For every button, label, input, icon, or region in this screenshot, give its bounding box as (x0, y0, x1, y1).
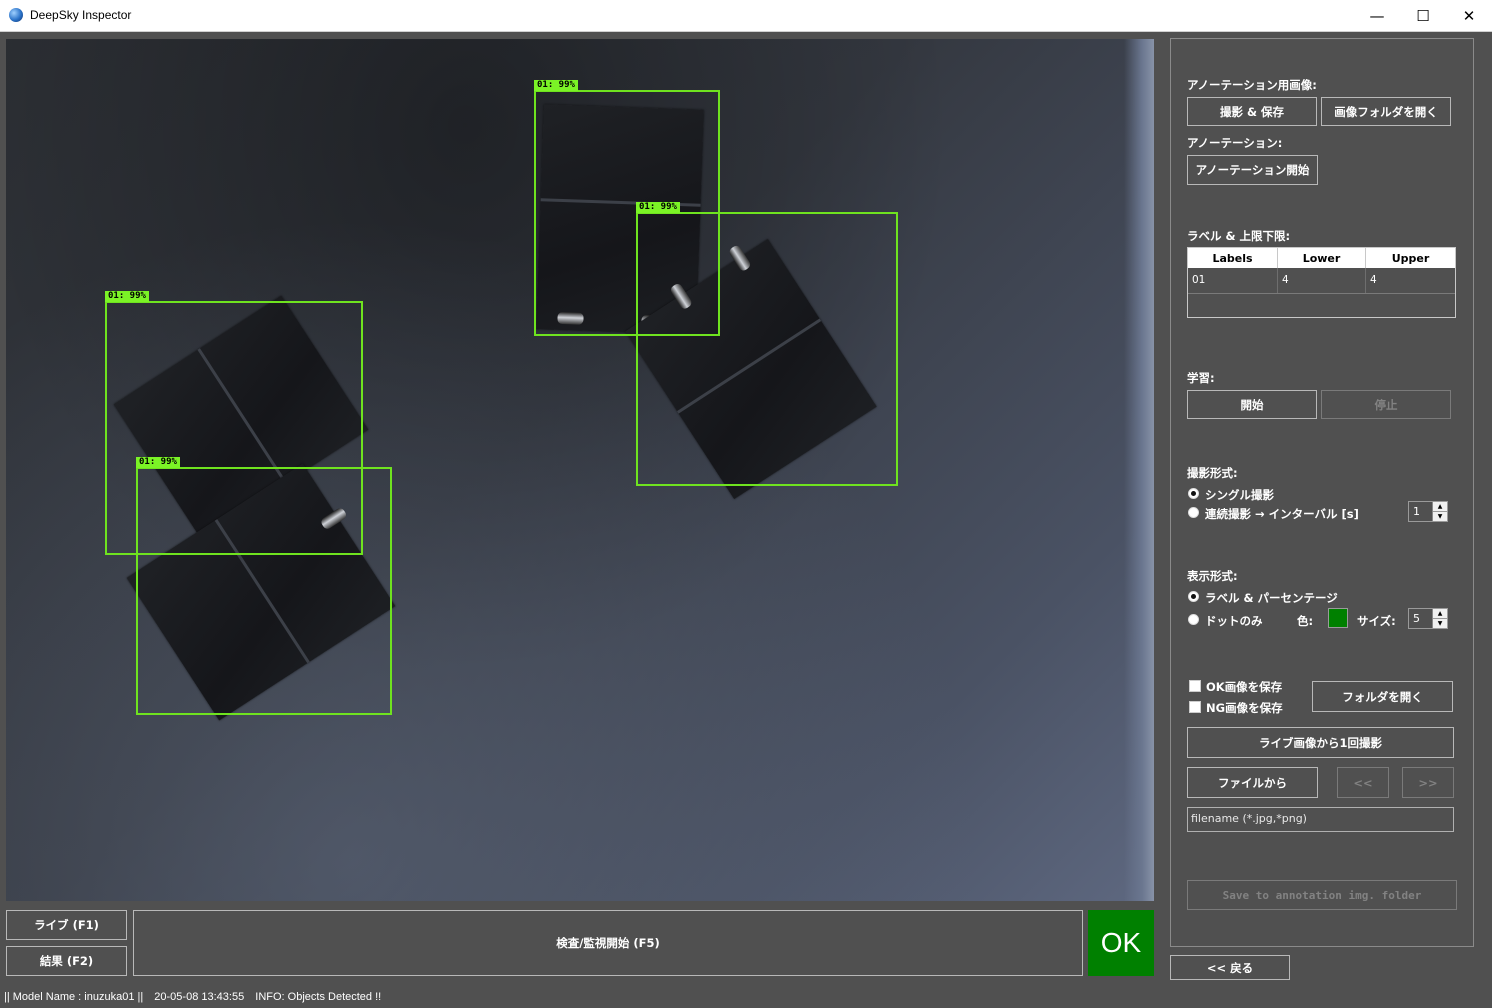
live-button[interactable]: ライブ (F1) (6, 910, 127, 940)
dot-only-label: ドットのみ (1205, 614, 1263, 628)
training-label: 学習: (1187, 371, 1215, 385)
save-ok-label: OK画像を保存 (1206, 680, 1283, 694)
save-annotation-button[interactable]: Save to annotation img. folder (1187, 880, 1457, 910)
column-header[interactable]: Labels (1188, 248, 1278, 268)
interval-stepper[interactable]: 1 ▲ ▼ (1408, 501, 1448, 522)
app-logo-icon (9, 8, 23, 22)
table-cell[interactable]: 4 (1366, 268, 1455, 293)
next-image-button[interactable]: >> (1402, 767, 1454, 798)
detection-label: 01: 99% (136, 457, 180, 468)
close-button[interactable]: ✕ (1446, 0, 1492, 31)
from-file-button[interactable]: ファイルから (1187, 767, 1318, 798)
size-label: サイズ: (1357, 614, 1396, 628)
table-row[interactable]: 01 4 4 (1188, 268, 1455, 294)
spin-up-icon[interactable]: ▲ (1433, 502, 1447, 512)
interval-capture-radio[interactable] (1188, 507, 1199, 518)
save-ng-label: NG画像を保存 (1206, 701, 1283, 715)
spin-down-icon[interactable]: ▼ (1433, 619, 1447, 628)
size-spin-buttons: ▲ ▼ (1432, 609, 1447, 628)
column-header[interactable]: Lower (1278, 248, 1366, 268)
size-stepper[interactable]: 5 ▲ ▼ (1408, 608, 1448, 629)
size-value: 5 (1413, 612, 1420, 625)
annotation-label: アノーテーション: (1187, 136, 1283, 150)
open-image-folder-button[interactable]: 画像フォルダを開く (1321, 97, 1451, 126)
info-status: INFO: Objects Detected !! (255, 991, 382, 1003)
table-header: Labels Lower Upper (1188, 248, 1455, 268)
capture-once-button[interactable]: ライブ画像から1回撮影 (1187, 727, 1454, 758)
spin-down-icon[interactable]: ▼ (1433, 512, 1447, 521)
result-button[interactable]: 結果 (F2) (6, 946, 127, 976)
train-stop-button[interactable]: 停止 (1321, 390, 1451, 419)
detection-label: 01: 99% (105, 291, 149, 302)
dot-only-radio[interactable] (1188, 614, 1199, 625)
open-folder-button[interactable]: フォルダを開く (1312, 681, 1453, 712)
capture-save-button[interactable]: 撮影 & 保存 (1187, 97, 1317, 126)
train-start-button[interactable]: 開始 (1187, 390, 1317, 419)
capture-mode-label: 撮影形式: (1187, 466, 1238, 480)
minimize-button[interactable]: — (1354, 0, 1400, 31)
annotation-image-label: アノーテーション用画像: (1187, 78, 1317, 92)
table-edge (1124, 39, 1154, 901)
camera-viewport[interactable]: 01: 99% 01: 99% 01: 99% 01: 99% (6, 39, 1154, 901)
save-ok-checkbox[interactable] (1189, 680, 1201, 692)
detection-box: 01: 99% (136, 457, 392, 715)
detection-box: 01: 99% (636, 202, 898, 486)
single-capture-radio[interactable] (1188, 488, 1199, 499)
label-percentage-radio[interactable] (1188, 591, 1199, 602)
annotation-start-button[interactable]: アノーテーション開始 (1187, 155, 1318, 185)
label-percentage-label: ラベル & パーセンテージ (1205, 591, 1338, 605)
title-bar: DeepSky Inspector — ☐ ✕ (0, 0, 1492, 32)
labels-table[interactable]: Labels Lower Upper 01 4 4 (1187, 247, 1456, 318)
status-bar: || Model Name : inuzuka01 || 20-05-08 13… (0, 987, 1492, 1008)
table-cell[interactable]: 01 (1188, 268, 1278, 293)
timestamp-status: 20-05-08 13:43:55 (154, 991, 245, 1003)
color-label: 色: (1297, 614, 1314, 628)
maximize-button[interactable]: ☐ (1400, 0, 1446, 31)
result-status-indicator: OK (1088, 910, 1154, 976)
prev-image-button[interactable]: << (1337, 767, 1389, 798)
inspect-start-button[interactable]: 検査/監視開始 (F5) (133, 910, 1083, 976)
filename-field[interactable]: filename (*.jpg,*png) (1187, 807, 1454, 832)
window-title: DeepSky Inspector (30, 8, 132, 22)
spin-up-icon[interactable]: ▲ (1433, 609, 1447, 619)
detection-label: 01: 99% (534, 80, 578, 91)
interval-value: 1 (1413, 505, 1420, 518)
model-name-status: || Model Name : inuzuka01 || (4, 991, 144, 1003)
single-capture-label: シングル撮影 (1205, 488, 1274, 502)
interval-capture-label: 連続撮影 → インターバル [s] (1205, 507, 1359, 521)
save-ng-checkbox[interactable] (1189, 701, 1201, 713)
display-mode-label: 表示形式: (1187, 569, 1238, 583)
interval-spin-buttons: ▲ ▼ (1432, 502, 1447, 521)
labels-limits-label: ラベル & 上限下限: (1187, 229, 1291, 243)
dot-color-swatch[interactable] (1328, 608, 1348, 628)
detection-label: 01: 99% (636, 202, 680, 213)
table-cell[interactable]: 4 (1278, 268, 1366, 293)
column-header[interactable]: Upper (1366, 248, 1455, 268)
back-button[interactable]: << 戻る (1170, 955, 1290, 980)
